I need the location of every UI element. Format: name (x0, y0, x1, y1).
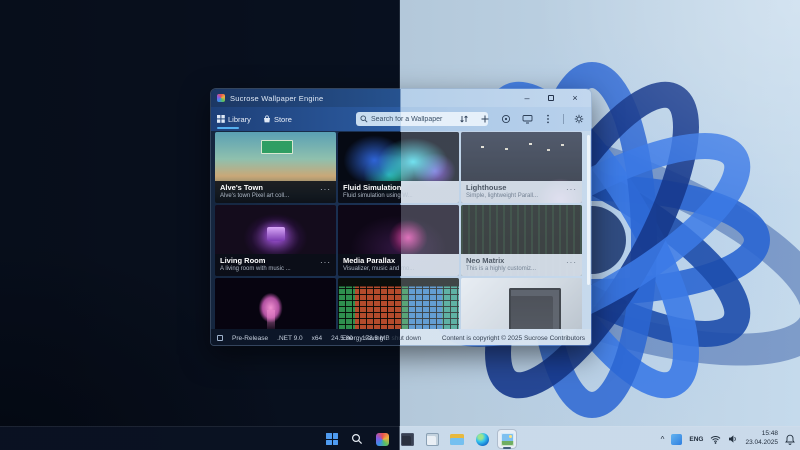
wallpaper-tile[interactable]: Alve's Town Alve's town Pixel art coll..… (215, 132, 336, 203)
wallpaper-tile[interactable] (338, 278, 459, 329)
system-tray: ^ ENG 15:48 23.04.2025 (661, 427, 795, 450)
more-options-icon[interactable] (542, 113, 554, 125)
tray-date: 23.04.2025 (745, 439, 778, 448)
minimize-button[interactable]: – (515, 89, 539, 107)
windows-logo-icon (326, 433, 338, 445)
search-icon (360, 115, 368, 123)
active-tab-indicator (217, 127, 239, 129)
search-icon (351, 433, 363, 445)
status-bar: Pre-Release .NET 9.0 x64 24.5.80 173.6 M… (211, 329, 591, 346)
display-icon[interactable] (521, 113, 533, 125)
tile-menu-icon[interactable]: ··· (443, 185, 454, 194)
status-copyright: Content is copyright © 2025 Sucrose Cont… (442, 329, 585, 346)
wallpaper-tile[interactable]: Media Parallax Visualizer, music and mo.… (338, 205, 459, 276)
tile-menu-icon[interactable]: ··· (320, 258, 331, 267)
taskbar-wallpaper-app-active[interactable] (497, 429, 517, 449)
tile-subtitle: Simple, lightweight Parall... (466, 193, 577, 199)
wallpaper-grid: Alve's Town Alve's town Pixel art coll..… (211, 131, 591, 329)
status-runtime: .NET 9.0 (277, 335, 303, 342)
taskbar-dark-app[interactable] (397, 429, 417, 449)
notification-bell-icon[interactable] (785, 434, 795, 445)
tray-time: 15:48 (745, 430, 778, 439)
store-bag-icon (263, 115, 271, 123)
clock[interactable]: 15:48 23.04.2025 (745, 430, 778, 448)
start-button[interactable] (322, 429, 342, 449)
wallpaper-tile[interactable] (215, 278, 336, 329)
toolbar-divider (563, 114, 564, 124)
media-app-icon (426, 433, 439, 446)
titlebar[interactable]: Sucrose Wallpaper Engine – × (211, 89, 591, 107)
volume-icon[interactable] (728, 434, 738, 444)
tile-subtitle: A living room with music ... (220, 266, 331, 272)
tile-title: Neo Matrix (466, 256, 577, 265)
wallpaper-tile[interactable]: Fluid Simulation Fluid simulation using … (338, 132, 459, 203)
tab-library[interactable]: Library (211, 107, 257, 131)
maximize-button[interactable] (539, 89, 563, 107)
wallpaper-tile[interactable]: Lighthouse Simple, lightweight Parall...… (461, 132, 582, 203)
sort-icon[interactable] (458, 113, 470, 125)
tile-subtitle: This is a highly customiz... (466, 266, 577, 272)
scrollbar[interactable] (587, 135, 590, 285)
edge-icon (476, 433, 489, 446)
taskbar-search-button[interactable] (347, 429, 367, 449)
wallpaper-tile[interactable]: Neo Matrix This is a highly customiz... … (461, 205, 582, 276)
tile-subtitle: Visualizer, music and mo... (343, 266, 454, 272)
add-icon[interactable] (479, 113, 491, 125)
maximize-icon (548, 95, 554, 101)
taskbar: ^ ENG 15:48 23.04.2025 (0, 426, 800, 450)
tile-title: Alve's Town (220, 183, 331, 192)
status-release: Pre-Release (232, 335, 268, 342)
wallpaper-app-icon (501, 433, 514, 446)
app-icon (217, 94, 225, 102)
tile-menu-icon[interactable]: ··· (443, 258, 454, 267)
desktop: Sucrose Wallpaper Engine – × Library (0, 0, 800, 450)
language-indicator[interactable]: ENG (689, 436, 703, 443)
dark-app-icon (401, 433, 414, 446)
status-arch: x64 (312, 335, 322, 342)
settings-icon[interactable] (573, 113, 585, 125)
toolbar (458, 107, 585, 131)
release-tag-icon (217, 335, 223, 341)
tile-menu-icon[interactable]: ··· (566, 185, 577, 194)
wallpaper-tile[interactable]: Living Room A living room with music ...… (215, 205, 336, 276)
tile-subtitle: Alve's town Pixel art coll... (220, 193, 331, 199)
tab-store-label: Store (274, 115, 292, 124)
wallpaper-tile[interactable] (461, 278, 582, 329)
sucrose-app-icon (376, 433, 389, 446)
tile-title: Living Room (220, 256, 331, 265)
close-button[interactable]: × (563, 89, 587, 107)
network-icon[interactable] (710, 435, 721, 444)
window-title: Sucrose Wallpaper Engine (230, 94, 323, 103)
tile-title: Media Parallax (343, 256, 454, 265)
tile-menu-icon[interactable]: ··· (320, 185, 331, 194)
tab-library-label: Library (228, 115, 251, 124)
report-icon[interactable] (500, 113, 512, 125)
taskbar-file-explorer[interactable] (447, 429, 467, 449)
file-explorer-icon (450, 434, 464, 445)
status-message: Energy saving is shut down (342, 329, 421, 346)
tile-title: Lighthouse (466, 183, 577, 192)
sucrose-wallpaper-engine-window: Sucrose Wallpaper Engine – × Library (210, 88, 592, 346)
taskbar-edge[interactable] (472, 429, 492, 449)
taskbar-media-app[interactable] (422, 429, 442, 449)
taskbar-sucrose-app[interactable] (372, 429, 392, 449)
tab-store[interactable]: Store (257, 107, 298, 131)
hidden-icons-chevron[interactable]: ^ (661, 435, 665, 444)
navigation-bar: Library Store (211, 107, 591, 131)
tile-menu-icon[interactable]: ··· (566, 258, 577, 267)
tile-title: Fluid Simulation (343, 183, 454, 192)
library-grid-icon (217, 115, 225, 123)
tray-app-icon[interactable] (671, 434, 682, 445)
tile-subtitle: Fluid simulation using W... (343, 193, 454, 199)
